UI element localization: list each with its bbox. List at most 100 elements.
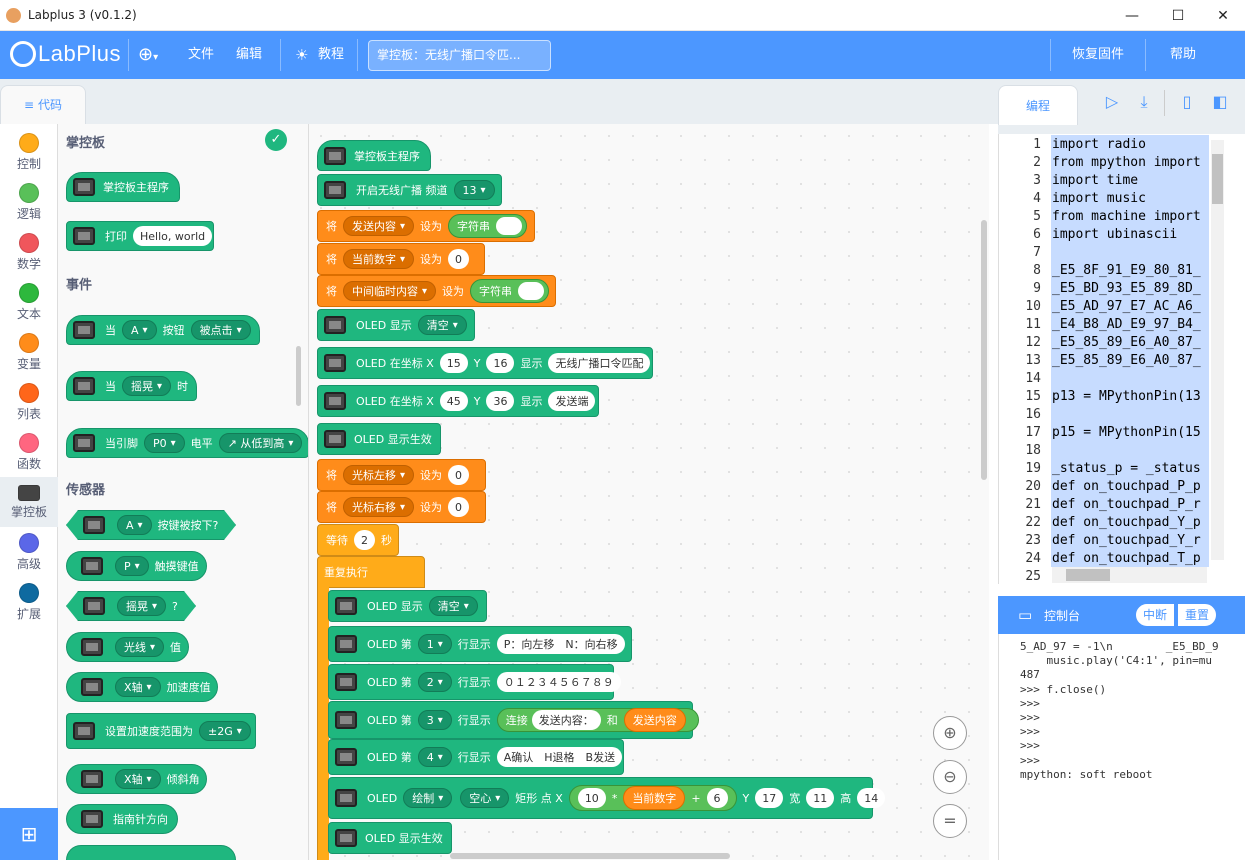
board-icon <box>81 810 103 828</box>
board-icon <box>73 722 95 740</box>
code-line: _status_p = _status <box>1052 461 1201 476</box>
ws-set-temp[interactable]: 将中间临时内容设为字符串 <box>317 275 556 307</box>
block-when-shake[interactable]: 当摇晃时 <box>66 371 197 401</box>
workspace-vscroll[interactable] <box>981 220 987 480</box>
block-button-pressed[interactable]: A按键被按下? <box>66 510 236 540</box>
download-icon[interactable]: ⤓ <box>1129 88 1159 116</box>
code-line: def on_touchpad_P_r <box>1052 497 1201 512</box>
tab-editor[interactable]: 编程 <box>998 85 1078 125</box>
close-button[interactable]: ✕ <box>1200 0 1245 31</box>
board-icon <box>73 434 95 452</box>
flyout-scrollbar[interactable] <box>296 346 301 406</box>
ws-oled-clear[interactable]: OLED 显示 清空 <box>317 309 475 341</box>
ws-repeat[interactable]: 重复执行 <box>317 556 425 588</box>
ws-oled-line-1[interactable]: OLED 第1行显示P：向左移 N：向右移 <box>328 626 632 662</box>
block-print[interactable]: 打印 Hello, world <box>66 221 214 251</box>
console-output[interactable]: 5_AD_97 = -1\n _E5_BD_9 music.play('C4:1… <box>998 634 1245 860</box>
reset-button[interactable]: 重置 <box>1178 604 1217 626</box>
interrupt-button[interactable]: 中断 <box>1136 604 1175 626</box>
ws-oled-line-4[interactable]: OLED 第4行显示A确认 H退格 B发送 <box>328 739 624 775</box>
board-icon <box>324 181 346 199</box>
code-line: def on_touchpad_T_p <box>1052 551 1201 566</box>
restore-firmware-button[interactable]: 恢复固件 <box>1072 31 1124 79</box>
window-titlebar: Labplus 3 (v0.1.2) — ☐ ✕ <box>0 0 1245 31</box>
category-lists[interactable]: 列表 <box>0 377 58 427</box>
board-icon <box>73 321 95 339</box>
board-icon <box>83 516 105 534</box>
category-math[interactable]: 数学 <box>0 227 58 277</box>
tab-code[interactable]: ≡ 代码 <box>0 85 86 124</box>
menu-tutorial[interactable]: 教程 <box>318 31 344 79</box>
ws-wait[interactable]: 等待 2 秒 <box>317 524 399 556</box>
ws-set-cursor-right[interactable]: 将光标右移设为0 <box>317 491 486 523</box>
code-line: from machine import <box>1052 209 1201 224</box>
ws-oled-at-2[interactable]: OLED 在坐标 X 45 Y 36 显示 发送端 <box>317 385 599 417</box>
add-extension-button[interactable]: ⊞ <box>0 808 58 860</box>
category-text[interactable]: 文本 <box>0 277 58 327</box>
board-icon <box>81 638 103 656</box>
block-light-value[interactable]: 光线值 <box>66 632 189 662</box>
ws-oled-at-1[interactable]: OLED 在坐标 X 15 Y 16 显示 无线广播口令匹配 <box>317 347 653 379</box>
block-set-accel-range[interactable]: 设置加速度范围为 ±2G <box>66 713 256 749</box>
code-vscroll[interactable] <box>1211 140 1224 560</box>
ws-loop-oled-clear[interactable]: OLED 显示 清空 <box>328 590 487 622</box>
console-header: ▭ 控制台 中断 重置 <box>998 596 1245 634</box>
zoom-in-icon[interactable]: ⊕ <box>933 716 967 750</box>
block-tilt[interactable]: X轴倾斜角 <box>66 764 207 794</box>
code-line: _E5_BD_93_E5_89_8D_ <box>1052 281 1201 296</box>
block-compass[interactable]: 指南针方向 <box>66 804 178 834</box>
console-line: mpython: soft reboot <box>1020 767 1153 781</box>
layout-split-icon[interactable]: ◧ <box>1205 88 1235 116</box>
ws-oled-line-3[interactable]: OLED 第3行显示连接发送内容：和发送内容 <box>328 701 699 739</box>
menu-bar: LabPlus ⊕▾ 文件 编辑 ☀ 教程 掌控板：无线广播口令匹... 恢复固… <box>0 31 1245 79</box>
board-icon <box>324 146 346 165</box>
ws-oled-line-2[interactable]: OLED 第2行显示０１２３４５６７８９ <box>328 664 621 700</box>
category-advanced[interactable]: 高级 <box>0 527 58 577</box>
ws-main-program[interactable]: 掌控板主程序 <box>317 140 431 171</box>
code-line: _E4_B8_AD_E9_97_B4_ <box>1052 317 1201 332</box>
ws-oled-effect-2[interactable]: OLED 显示生效 <box>328 822 452 854</box>
run-icon[interactable]: ▷ <box>1097 88 1127 116</box>
globe-icon[interactable]: ⊕▾ <box>138 31 158 79</box>
console-title: 控制台 <box>1044 609 1081 623</box>
block-main-program[interactable]: 掌控板主程序 <box>66 172 180 202</box>
ws-set-cursor-left[interactable]: 将光标左移设为0 <box>317 459 486 491</box>
project-title-input[interactable]: 掌控板：无线广播口令匹... <box>368 40 551 71</box>
category-sidebar: 控制 逻辑 数学 文本 变量 列表 函数 掌控板 高级 扩展 <box>0 124 58 860</box>
ws-open-radio[interactable]: 开启无线广播 频道 13 <box>317 174 502 206</box>
maximize-button[interactable]: ☐ <box>1155 0 1201 31</box>
ws-set-current[interactable]: 将当前数字设为0 <box>317 243 485 275</box>
block-touch-value[interactable]: P触摸键值 <box>66 551 207 581</box>
category-control[interactable]: 控制 <box>0 127 58 177</box>
code-tab-icon: ≡ <box>23 98 35 112</box>
workspace-hscroll[interactable] <box>450 853 730 859</box>
console-line: >>> <box>1020 696 1040 710</box>
board-icon <box>335 635 357 653</box>
ws-oled-effect[interactable]: OLED 显示生效 <box>317 423 441 455</box>
block-when-button[interactable]: 当A按钮被点击 <box>66 315 260 345</box>
block-when-pin[interactable]: 当引脚P0电平↗ 从低到高 <box>66 428 308 458</box>
block-partial[interactable] <box>66 845 236 860</box>
zoom-reset-icon[interactable]: = <box>933 804 967 838</box>
menu-edit[interactable]: 编辑 <box>236 31 262 79</box>
category-variables[interactable]: 变量 <box>0 327 58 377</box>
console-line: >>> <box>1020 739 1040 753</box>
help-button[interactable]: 帮助 <box>1170 31 1196 79</box>
menu-file[interactable]: 文件 <box>188 31 214 79</box>
block-shake-q[interactable]: 摇晃? <box>66 591 196 621</box>
console-line: 5_AD_97 = -1\n _E5_BD_9 <box>1020 640 1219 653</box>
ws-oled-draw-rect[interactable]: OLED绘制空心矩形 点 X10*当前数字+6Y17宽11高14 <box>328 777 886 819</box>
block-accel-value[interactable]: X轴加速度值 <box>66 672 218 702</box>
zoom-out-icon[interactable]: ⊖ <box>933 760 967 794</box>
layout-right-icon[interactable]: ▯ <box>1172 88 1202 116</box>
line-number: 25 <box>1025 569 1041 584</box>
category-logic[interactable]: 逻辑 <box>0 177 58 227</box>
block-workspace[interactable]: 掌控板主程序 开启无线广播 频道13 将发送内容设为字符串 将当前数字设为0 将… <box>309 124 989 860</box>
console-line: >>> <box>1020 753 1040 767</box>
minimize-button[interactable]: — <box>1109 0 1155 31</box>
category-extensions[interactable]: 扩展 <box>0 577 58 627</box>
category-board[interactable]: 掌控板 <box>0 477 58 527</box>
ws-set-send[interactable]: 将发送内容设为字符串 <box>317 210 535 242</box>
code-hscroll[interactable] <box>1052 567 1207 583</box>
category-functions[interactable]: 函数 <box>0 427 58 477</box>
